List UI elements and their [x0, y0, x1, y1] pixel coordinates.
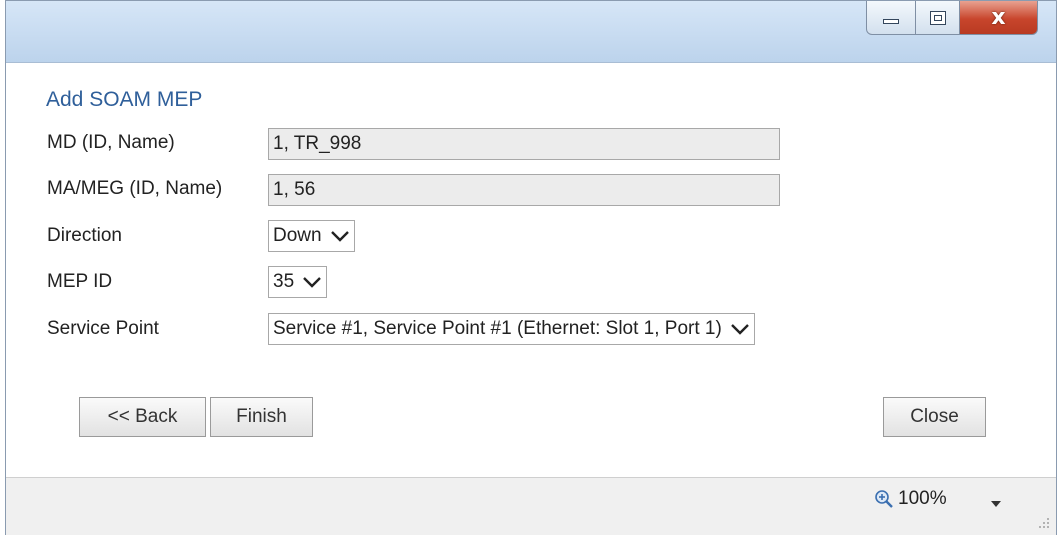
md-field: 1, TR_998	[268, 128, 780, 160]
dialog-window: x Add SOAM MEP MD (ID, Name) 1, TR_998 M…	[5, 0, 1057, 535]
chevron-down-icon	[730, 324, 749, 335]
close-icon: x	[991, 5, 1006, 30]
md-label: MD (ID, Name)	[47, 132, 175, 153]
zoom-dropdown-icon[interactable]	[990, 500, 1002, 508]
status-bar: 100%	[6, 477, 1056, 535]
minimize-button[interactable]	[866, 1, 916, 35]
window-controls: x	[866, 1, 1038, 35]
close-button[interactable]: Close	[883, 397, 986, 437]
ma-meg-label: MA/MEG (ID, Name)	[47, 178, 223, 199]
finish-button[interactable]: Finish	[210, 397, 313, 437]
ma-meg-field: 1, 56	[268, 174, 780, 206]
back-button[interactable]: << Back	[79, 397, 206, 437]
direction-label: Direction	[47, 225, 122, 246]
direction-select[interactable]: Down	[268, 220, 355, 252]
mep-id-value: 35	[273, 271, 295, 292]
dialog-content: Add SOAM MEP MD (ID, Name) 1, TR_998 MA/…	[6, 64, 1056, 477]
zoom-in-icon	[875, 490, 893, 508]
chevron-down-icon	[303, 277, 321, 288]
mep-id-label: MEP ID	[47, 271, 113, 292]
title-bar[interactable]: x	[6, 1, 1056, 63]
chevron-down-icon	[330, 231, 349, 242]
direction-value: Down	[273, 225, 322, 246]
service-point-select[interactable]: Service #1, Service Point #1 (Ethernet: …	[268, 313, 755, 345]
service-point-label: Service Point	[47, 318, 159, 339]
mep-id-select[interactable]: 35	[268, 266, 328, 298]
minimize-icon	[883, 19, 899, 24]
resize-grip-icon[interactable]	[1038, 517, 1050, 529]
zoom-control[interactable]: 100%	[874, 488, 947, 510]
service-point-value: Service #1, Service Point #1 (Ethernet: …	[273, 318, 722, 339]
dialog-title: Add SOAM MEP	[46, 88, 203, 111]
close-window-button[interactable]: x	[960, 1, 1038, 35]
maximize-button[interactable]	[916, 1, 960, 35]
zoom-level: 100%	[898, 488, 947, 509]
maximize-icon	[929, 10, 946, 25]
